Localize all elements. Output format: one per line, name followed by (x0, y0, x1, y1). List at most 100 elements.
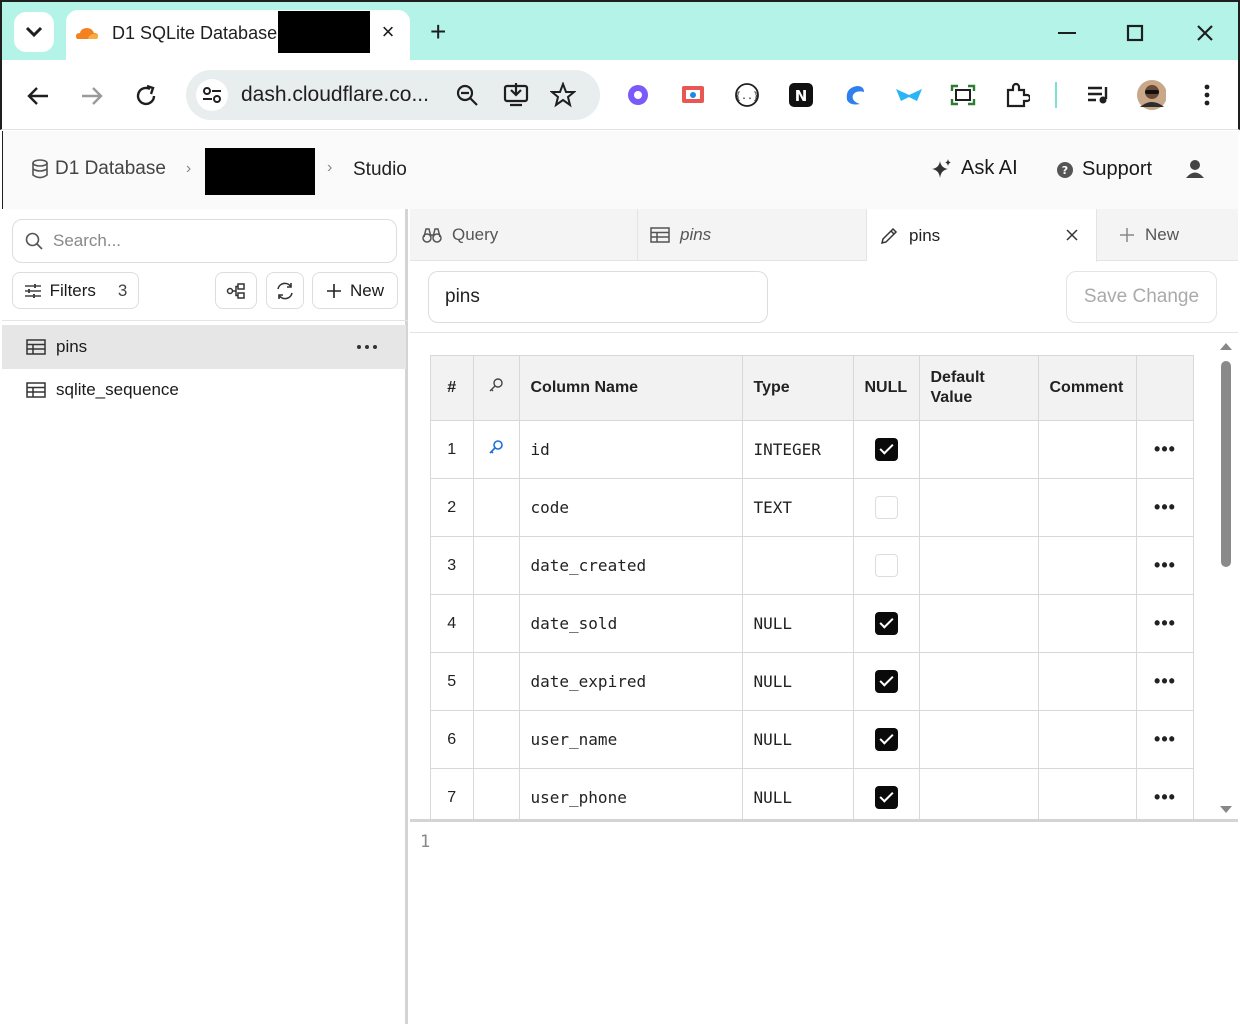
column-name-cell[interactable]: date_sold (519, 594, 743, 653)
sidebar-table-pins[interactable]: pins (2, 325, 406, 369)
column-name-cell[interactable]: code (519, 478, 743, 537)
table-row[interactable]: 5 date_expired NULL ••• (431, 652, 1193, 711)
ask-ai-button[interactable]: Ask AI (931, 157, 1018, 180)
tab-new[interactable]: New (1097, 209, 1238, 261)
more-horizontal-icon[interactable] (356, 344, 378, 350)
relations-button[interactable] (215, 272, 257, 309)
forward-button[interactable] (76, 80, 108, 112)
default-value-cell[interactable] (919, 536, 1039, 595)
null-checkbox[interactable] (874, 786, 898, 809)
extension-screenshot-icon[interactable] (678, 80, 708, 110)
type-cell[interactable]: NULL (742, 710, 854, 769)
zoom-icon[interactable] (456, 84, 478, 106)
type-cell[interactable]: INTEGER (742, 420, 854, 479)
site-info-button[interactable] (196, 79, 228, 111)
database-icon (32, 159, 48, 179)
search-input[interactable] (53, 231, 353, 251)
row-menu-button[interactable]: ••• (1136, 768, 1193, 821)
minimize-button[interactable] (1052, 18, 1082, 48)
support-button[interactable]: ? Support (1056, 158, 1152, 181)
grid-scrollbar[interactable] (1216, 337, 1236, 821)
row-menu-button[interactable]: ••• (1136, 420, 1193, 479)
column-name-cell[interactable]: date_created (519, 536, 743, 595)
comment-cell[interactable] (1038, 536, 1137, 595)
null-cell (853, 478, 920, 537)
user-icon[interactable] (1185, 159, 1205, 179)
table-row[interactable]: 3 date_created ••• (431, 536, 1193, 595)
extension-bird-icon[interactable] (894, 80, 924, 110)
close-window-button[interactable] (1190, 18, 1220, 48)
table-row[interactable]: 7 user_phone NULL ••• (431, 768, 1193, 821)
tab-query[interactable]: Query (410, 209, 638, 261)
close-tab-button[interactable]: × (376, 20, 400, 44)
null-checkbox[interactable] (874, 496, 898, 519)
default-value-cell[interactable] (919, 710, 1039, 769)
null-checkbox[interactable] (874, 728, 898, 751)
back-button[interactable] (22, 80, 54, 112)
column-name-cell[interactable]: user_name (519, 710, 743, 769)
comment-cell[interactable] (1038, 478, 1137, 537)
sidebar-table-sqlite-sequence[interactable]: sqlite_sequence (2, 368, 406, 412)
address-bar[interactable]: dash.cloudflare.co... (186, 70, 600, 120)
null-checkbox[interactable] (874, 670, 898, 693)
null-checkbox[interactable] (874, 438, 898, 461)
comment-cell[interactable] (1038, 710, 1137, 769)
new-tab-button[interactable]: + (430, 18, 446, 46)
extensions-puzzle-icon[interactable] (1002, 80, 1032, 110)
row-menu-button[interactable]: ••• (1136, 652, 1193, 711)
comment-cell[interactable] (1038, 420, 1137, 479)
row-menu-button[interactable]: ••• (1136, 594, 1193, 653)
column-name-cell[interactable]: user_phone (519, 768, 743, 821)
null-checkbox[interactable] (874, 554, 898, 577)
row-menu-button[interactable]: ••• (1136, 710, 1193, 769)
tab-pins-data[interactable]: pins (638, 209, 867, 261)
reload-button[interactable] (130, 80, 162, 112)
refresh-button[interactable] (266, 272, 304, 309)
table-row[interactable]: 6 user_name NULL ••• (431, 710, 1193, 769)
chrome-menu-button[interactable] (1192, 80, 1222, 110)
comment-cell[interactable] (1038, 768, 1137, 821)
row-menu-button[interactable]: ••• (1136, 536, 1193, 595)
default-value-cell[interactable] (919, 420, 1039, 479)
col-header-default-value: Default Value (919, 355, 1039, 421)
extension-swirl-icon[interactable] (840, 80, 870, 110)
install-app-icon[interactable] (503, 82, 529, 108)
sql-preview-editor[interactable]: 1 (410, 819, 1238, 1024)
extension-capture-icon[interactable] (948, 80, 978, 110)
save-change-button[interactable]: Save Change (1066, 271, 1217, 323)
type-cell[interactable]: NULL (742, 768, 854, 821)
default-value-cell[interactable] (919, 478, 1039, 537)
table-row[interactable]: 1 id INTEGER ••• (431, 420, 1193, 479)
type-cell[interactable]: NULL (742, 652, 854, 711)
row-menu-button[interactable]: ••• (1136, 478, 1193, 537)
type-cell[interactable]: TEXT (742, 478, 854, 537)
type-cell[interactable] (742, 536, 854, 595)
maximize-button[interactable] (1120, 18, 1150, 48)
default-value-cell[interactable] (919, 652, 1039, 711)
default-value-cell[interactable] (919, 594, 1039, 653)
star-icon[interactable] (550, 82, 576, 108)
search-field[interactable] (12, 219, 397, 263)
tab-search-button[interactable] (14, 12, 54, 52)
table-row[interactable]: 4 date_sold NULL ••• (431, 594, 1193, 653)
comment-cell[interactable] (1038, 594, 1137, 653)
column-name-cell[interactable]: id (519, 420, 743, 479)
breadcrumb-d1-database[interactable]: D1 Database › (31, 158, 191, 180)
close-icon[interactable] (1065, 228, 1079, 242)
default-value-cell[interactable] (919, 768, 1039, 821)
table-row[interactable]: 2 code TEXT ••• (431, 478, 1193, 537)
extension-notion-icon[interactable]: N (786, 80, 816, 110)
table-name-input[interactable] (428, 271, 768, 323)
browser-tab[interactable]: D1 SQLite Database | × (66, 10, 410, 64)
tab-pins-schema[interactable]: pins (867, 209, 1097, 262)
media-control-icon[interactable] (1084, 80, 1114, 110)
type-cell[interactable]: NULL (742, 594, 854, 653)
filters-button[interactable]: Filters 3 (12, 272, 139, 309)
profile-avatar[interactable] (1136, 80, 1166, 110)
new-table-button[interactable]: New (312, 272, 398, 309)
column-name-cell[interactable]: date_expired (519, 652, 743, 711)
comment-cell[interactable] (1038, 652, 1137, 711)
extension-json-icon[interactable]: {..} (732, 80, 762, 110)
extension-gear-icon[interactable] (623, 80, 653, 110)
null-checkbox[interactable] (874, 612, 898, 635)
